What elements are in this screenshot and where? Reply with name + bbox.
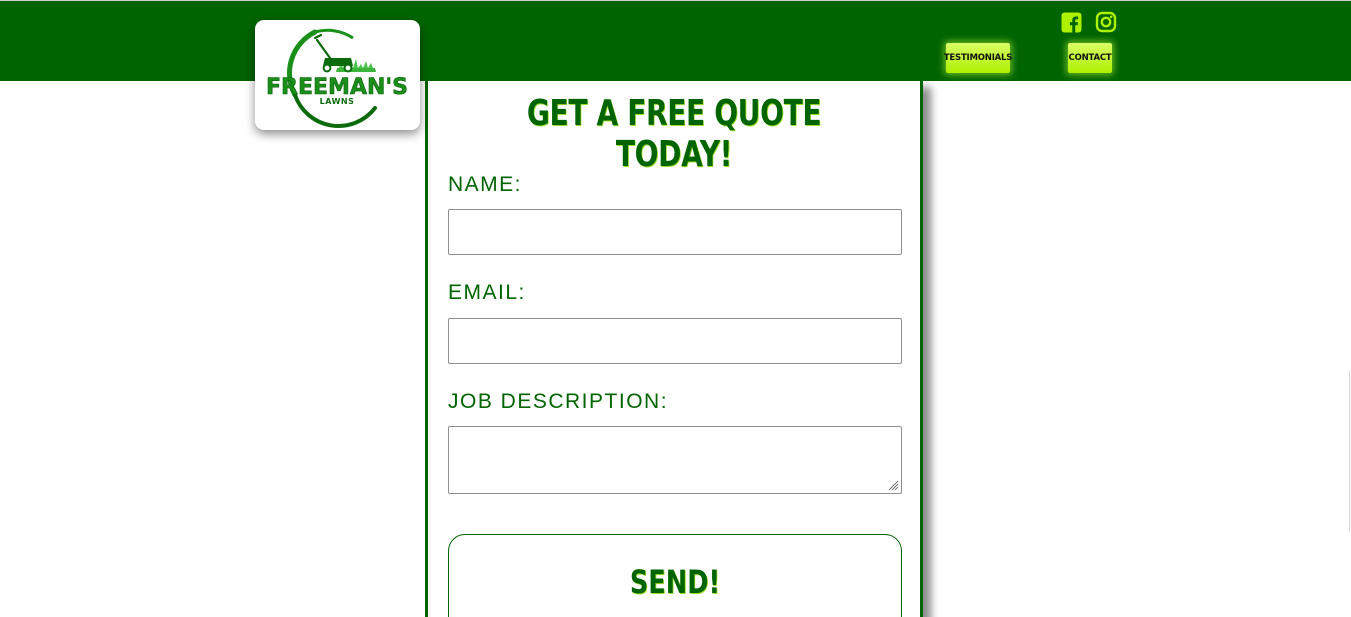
scrollbar-track[interactable] (1349, 371, 1350, 531)
job-description-label: JOB DESCRIPTION: (448, 390, 669, 413)
name-label: NAME: (448, 173, 523, 196)
logo-subtitle: LAWNS (320, 97, 355, 106)
send-button[interactable]: SEND! (448, 534, 902, 617)
name-input[interactable] (448, 209, 902, 255)
instagram-link[interactable] (1095, 11, 1117, 33)
page: TESTIMONIALS CONTACT FREEMAN'S LAWNS GET… (0, 0, 1351, 617)
nav-testimonials-button[interactable]: TESTIMONIALS (944, 43, 1012, 73)
job-description-textarea[interactable] (448, 426, 902, 494)
facebook-icon (1061, 12, 1081, 33)
email-label: EMAIL: (448, 281, 526, 304)
email-input[interactable] (448, 318, 902, 364)
form-title: GET A FREE QUOTE TODAY! (526, 93, 822, 175)
logo[interactable]: FREEMAN'S LAWNS (255, 20, 420, 130)
quote-form: GET A FREE QUOTE TODAY! NAME: EMAIL: JOB… (425, 81, 923, 617)
freemans-lawns-logo: FREEMAN'S LAWNS (266, 28, 408, 128)
resize-handle-icon[interactable] (887, 479, 899, 491)
facebook-link[interactable] (1060, 11, 1082, 33)
nav-contact-button[interactable]: CONTACT (1068, 43, 1112, 73)
send-button-label: SEND! (629, 563, 721, 601)
site-header: TESTIMONIALS CONTACT (0, 1, 1351, 81)
instagram-icon (1095, 11, 1117, 33)
